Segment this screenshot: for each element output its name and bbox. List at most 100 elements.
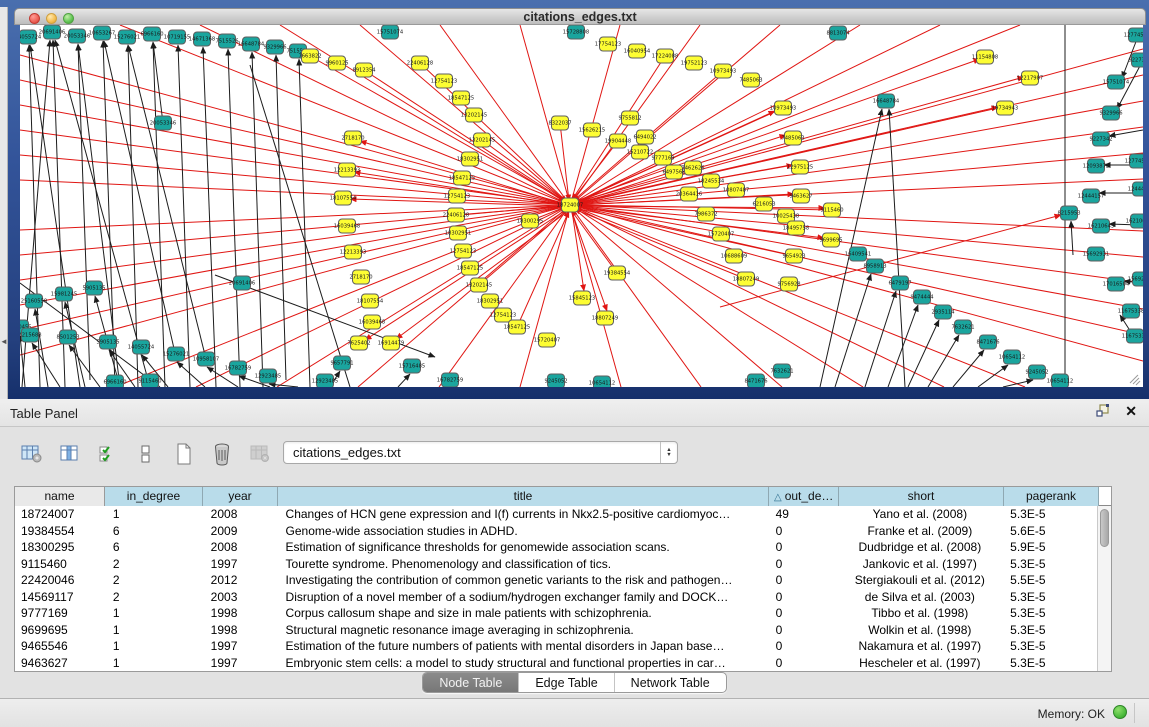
table-cell-name[interactable]: 9463627 [15, 655, 105, 672]
graph-node[interactable]: 19734943 [992, 101, 1018, 115]
vertical-scrollbar[interactable] [1097, 506, 1111, 671]
table-cell-in_degree[interactable]: 1 [105, 506, 203, 523]
delete-table-icon[interactable] [246, 441, 274, 467]
graph-node[interactable]: 9245052 [1025, 365, 1048, 379]
table-cell-pagerank[interactable]: 5.3E-5 [1002, 655, 1097, 672]
graph-node[interactable]: 9463627 [789, 189, 812, 203]
graph-node[interactable]: 2935114 [931, 305, 955, 319]
table-cell-in_degree[interactable]: 6 [105, 523, 203, 540]
graph-node[interactable]: 12444157 [1128, 182, 1143, 196]
graph-node[interactable]: 8471676 [744, 374, 767, 387]
graph-node[interactable]: 15716485 [399, 359, 425, 373]
graph-node[interactable]: 15845123 [569, 291, 595, 305]
graph-node[interactable]: 18245534 [698, 174, 725, 188]
graph-node[interactable]: 9329966 [263, 40, 286, 54]
table-cell-name[interactable]: 9699695 [15, 622, 105, 639]
graph-edge[interactable] [299, 59, 310, 387]
graph-node[interactable]: 5905135 [82, 281, 105, 295]
graph-node[interactable]: 9699695 [819, 233, 842, 247]
graph-node[interactable]: 18302951 [477, 294, 503, 308]
table-cell-pagerank[interactable]: 5.6E-5 [1002, 523, 1097, 540]
table-cell-title[interactable]: Genome-wide association studies in ADHD. [278, 523, 768, 540]
graph-node[interactable]: 16648784 [238, 37, 265, 51]
graph-node[interactable]: 7663822 [298, 49, 321, 63]
graph-node[interactable]: 16040954 [624, 44, 651, 58]
graph-node[interactable]: 12754123 [450, 244, 476, 258]
table-cell-short[interactable]: Tibbo et al. (1998) [837, 605, 1002, 622]
graph-node[interactable]: 10654112 [999, 350, 1025, 364]
column-header-year[interactable]: year [203, 487, 278, 506]
graph-node[interactable]: 9474444 [910, 290, 934, 304]
table-cell-short[interactable]: Wolkin et al. (1998) [837, 622, 1002, 639]
graph-node[interactable]: 10973493 [770, 101, 796, 115]
table-cell-year[interactable]: 2008 [203, 506, 278, 523]
graph-node[interactable]: 9756928 [777, 277, 800, 291]
column-header-short[interactable]: short [839, 487, 1004, 506]
graph-node[interactable]: 8501253 [56, 330, 79, 344]
graph-node[interactable]: 25160559 [21, 294, 47, 308]
column-header-name[interactable]: name [15, 487, 105, 506]
graph-node[interactable]: 7485063 [739, 73, 762, 87]
graph-node[interactable]: 10654112 [1047, 374, 1073, 387]
table-cell-year[interactable]: 2009 [203, 523, 278, 540]
graph-edge[interactable] [574, 209, 746, 279]
float-panel-icon[interactable] [1095, 403, 1111, 419]
graph-node[interactable]: 10807487 [723, 183, 749, 197]
graph-node[interactable]: 16039468 [359, 315, 385, 329]
graph-node[interactable]: 18807249 [733, 272, 759, 286]
graph-node[interactable]: 7625402 [347, 336, 370, 350]
graph-node[interactable]: 10688609 [721, 249, 747, 263]
table-cell-short[interactable]: Nakamura et al. (1997) [837, 638, 1002, 655]
table-cell-short[interactable]: Yano et al. (2008) [837, 506, 1002, 523]
table-cell-pagerank[interactable]: 5.3E-5 [1002, 506, 1097, 523]
graph-node[interactable]: 2718170 [341, 131, 364, 145]
graph-edge[interactable] [203, 47, 216, 387]
table-cell-short[interactable]: Stergiakouli et al. (2012) [837, 572, 1002, 589]
graph-node[interactable]: 18807249 [592, 311, 618, 325]
table-cell-name[interactable]: 9465546 [15, 638, 105, 655]
graph-node[interactable]: 19904448 [605, 134, 631, 148]
graph-node[interactable]: 17754123 [595, 37, 621, 51]
table-cell-title[interactable]: Disruption of a novel member of a sodium… [278, 589, 768, 606]
graph-edge[interactable] [128, 45, 138, 387]
graph-node[interactable]: 16039468 [334, 219, 360, 233]
tab-node-table[interactable]: Node Table [423, 673, 518, 692]
table-cell-pagerank[interactable]: 5.3E-5 [1002, 605, 1097, 622]
table-cell-out_degree[interactable]: 0 [768, 655, 838, 672]
tab-edge-table[interactable]: Edge Table [518, 673, 613, 692]
table-cell-pagerank[interactable]: 5.3E-5 [1002, 622, 1097, 639]
table-cell-in_degree[interactable]: 2 [105, 589, 203, 606]
graph-node[interactable]: 5905135 [96, 335, 119, 349]
graph-node[interactable]: 9654923 [782, 249, 805, 263]
graph-node[interactable]: 16210643 [1126, 214, 1143, 228]
graph-node[interactable]: 9755812 [618, 111, 641, 125]
graph-node[interactable]: 12217987 [1017, 71, 1043, 85]
graph-edge[interactable] [396, 211, 568, 339]
graph-node[interactable]: 12774551 [1125, 154, 1143, 168]
table-cell-year[interactable]: 1997 [203, 638, 278, 655]
table-row[interactable]: 946554611997Estimation of the future num… [15, 638, 1097, 655]
graph-node[interactable]: 14671368 [189, 32, 215, 46]
table-cell-in_degree[interactable]: 6 [105, 539, 203, 556]
graph-node[interactable]: 12754123 [431, 74, 457, 88]
graph-node[interactable]: 11154808 [972, 50, 998, 64]
graph-node[interactable]: 7462626 [681, 161, 704, 175]
graph-node[interactable]: 6494022 [633, 130, 656, 144]
table-cell-year[interactable]: 1997 [203, 655, 278, 672]
table-cell-title[interactable]: Changes of HCN gene expression and I(f) … [278, 506, 768, 523]
graph-node[interactable]: 15276021 [114, 30, 140, 44]
table-cell-out_degree[interactable]: 0 [768, 605, 838, 622]
table-cell-short[interactable]: de Silva et al. (2003) [837, 589, 1002, 606]
table-cell-year[interactable]: 2008 [203, 539, 278, 556]
network-window[interactable]: citations_edges.txt 14055724206914062005… [14, 8, 1146, 387]
graph-node[interactable]: 9960125 [325, 56, 348, 70]
graph-node[interactable]: 13202145 [466, 278, 492, 292]
graph-node[interactable]: 15692931 [1083, 247, 1109, 261]
graph-node[interactable]: 20691406 [39, 25, 65, 39]
column-header-out_degree[interactable]: △out_de… [769, 487, 839, 506]
table-selector-dropdown[interactable]: citations_edges.txt ▲▼ [283, 441, 678, 464]
graph-node[interactable]: 9777169 [651, 151, 674, 165]
graph-node[interactable]: 12923485 [255, 369, 281, 383]
table-cell-pagerank[interactable]: 5.5E-5 [1002, 572, 1097, 589]
table-cell-out_degree[interactable]: 0 [768, 622, 838, 639]
